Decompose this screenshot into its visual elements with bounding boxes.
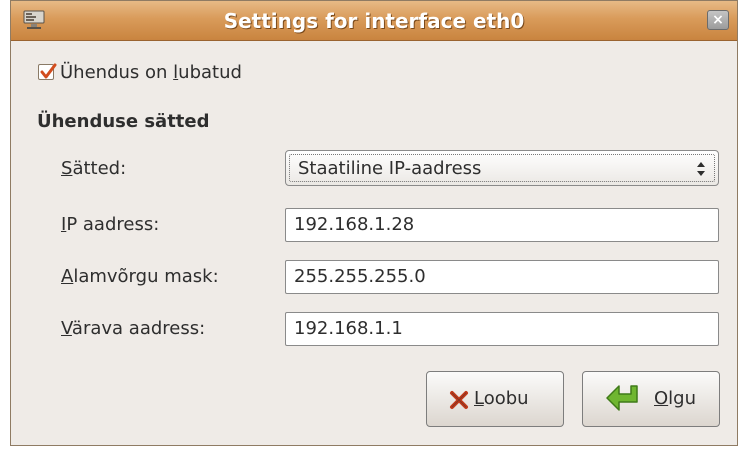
settings-combo-value: Staatiline IP-aadress — [298, 158, 482, 179]
ip-address-field[interactable] — [294, 214, 704, 235]
cancel-label: Loobu — [474, 388, 529, 409]
ip-address-field-box — [285, 208, 719, 242]
gateway-label: Värava aadress: — [61, 318, 206, 339]
gateway-field-box — [285, 312, 719, 346]
settings-label: Sätted: — [61, 158, 127, 179]
window-title: Settings for interface eth0 — [223, 9, 525, 33]
close-button[interactable]: × — [707, 10, 729, 30]
ok-label: Olgu — [654, 388, 697, 409]
ok-button[interactable]: Olgu — [582, 371, 720, 427]
settings-dialog: Settings for interface eth0 × Ühendus on… — [10, 0, 738, 446]
updown-arrows-icon — [696, 160, 706, 178]
cancel-x-icon — [449, 390, 469, 414]
section-title: Ühenduse sätted — [37, 111, 210, 132]
subnet-mask-field[interactable] — [294, 266, 704, 287]
checkmark-icon — [40, 63, 57, 79]
settings-combo[interactable]: Staatiline IP-aadress — [285, 150, 719, 186]
subnet-mask-field-box — [285, 260, 719, 294]
ip-address-label: IP aadress: — [61, 214, 160, 235]
connection-enabled-label[interactable]: Ühendus on lubatud — [60, 62, 242, 83]
close-icon: × — [712, 12, 724, 28]
subnet-mask-label: Alamvõrgu mask: — [61, 266, 219, 287]
ok-return-arrow-icon — [605, 384, 643, 418]
gateway-field[interactable] — [294, 318, 704, 339]
cancel-button[interactable]: Loobu — [426, 371, 564, 427]
title-bar[interactable]: Settings for interface eth0 × — [11, 1, 737, 41]
connection-enabled-checkbox[interactable] — [38, 63, 57, 80]
